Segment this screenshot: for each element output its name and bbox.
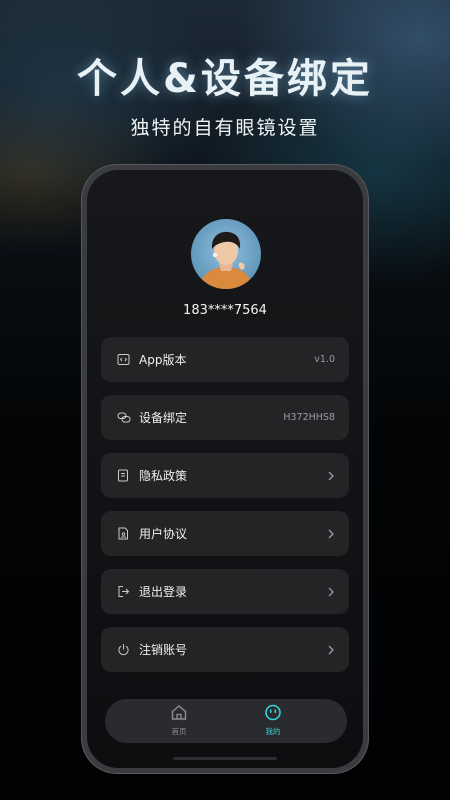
power-icon	[117, 643, 131, 657]
menu-item-label: 隐私政策	[139, 469, 188, 483]
menu-item-label: 注销账号	[139, 643, 188, 657]
logout-icon	[117, 585, 131, 599]
menu-item-privacy-policy[interactable]: 隐私政策	[101, 453, 349, 498]
user-phone-number: 183****7564	[183, 303, 267, 318]
menu-item-app-version[interactable]: App版本 v1.0	[101, 337, 349, 382]
avatar-photo	[199, 231, 253, 289]
home-indicator	[173, 757, 277, 760]
document-icon	[117, 469, 131, 483]
code-window-icon	[117, 353, 131, 367]
chevron-right-icon	[328, 471, 334, 480]
menu-item-logout[interactable]: 退出登录	[101, 569, 349, 614]
promo-headline: 个人&设备绑定	[77, 56, 373, 102]
chevron-right-icon	[328, 645, 334, 654]
bottom-tab-bar: 首页 我的	[105, 699, 347, 743]
menu-item-label: 退出登录	[139, 585, 188, 599]
settings-menu: App版本 v1.0 设备绑定 H372HHS8 隐私政策 用户协议 退出登录 …	[101, 337, 349, 685]
menu-item-device-binding[interactable]: 设备绑定 H372HHS8	[101, 395, 349, 440]
menu-item-delete-account[interactable]: 注销账号	[101, 627, 349, 672]
phone-frame: 183****7564 App版本 v1.0 设备绑定 H372HHS8 隐私政…	[81, 164, 369, 774]
tab-home[interactable]: 首页	[149, 704, 209, 737]
promo-subline: 独特的自有眼镜设置	[130, 117, 320, 139]
app-version-value: v1.0	[314, 354, 335, 365]
menu-item-label: 用户协议	[139, 527, 188, 541]
avatar[interactable]	[191, 219, 261, 289]
smiley-icon	[265, 704, 281, 721]
menu-item-label: 设备绑定	[139, 411, 188, 425]
user-document-icon	[117, 527, 131, 541]
tab-mine[interactable]: 我的	[243, 704, 303, 737]
tab-mine-label: 我的	[265, 727, 281, 736]
device-id-value: H372HHS8	[283, 412, 335, 423]
menu-item-user-agreement[interactable]: 用户协议	[101, 511, 349, 556]
menu-item-label: App版本	[139, 353, 187, 367]
chevron-right-icon	[328, 587, 334, 596]
chevron-right-icon	[328, 529, 334, 538]
link-icon	[117, 411, 131, 425]
tab-home-label: 首页	[171, 727, 187, 736]
home-icon	[171, 705, 187, 720]
phone-screen: 183****7564 App版本 v1.0 设备绑定 H372HHS8 隐私政…	[87, 170, 363, 768]
